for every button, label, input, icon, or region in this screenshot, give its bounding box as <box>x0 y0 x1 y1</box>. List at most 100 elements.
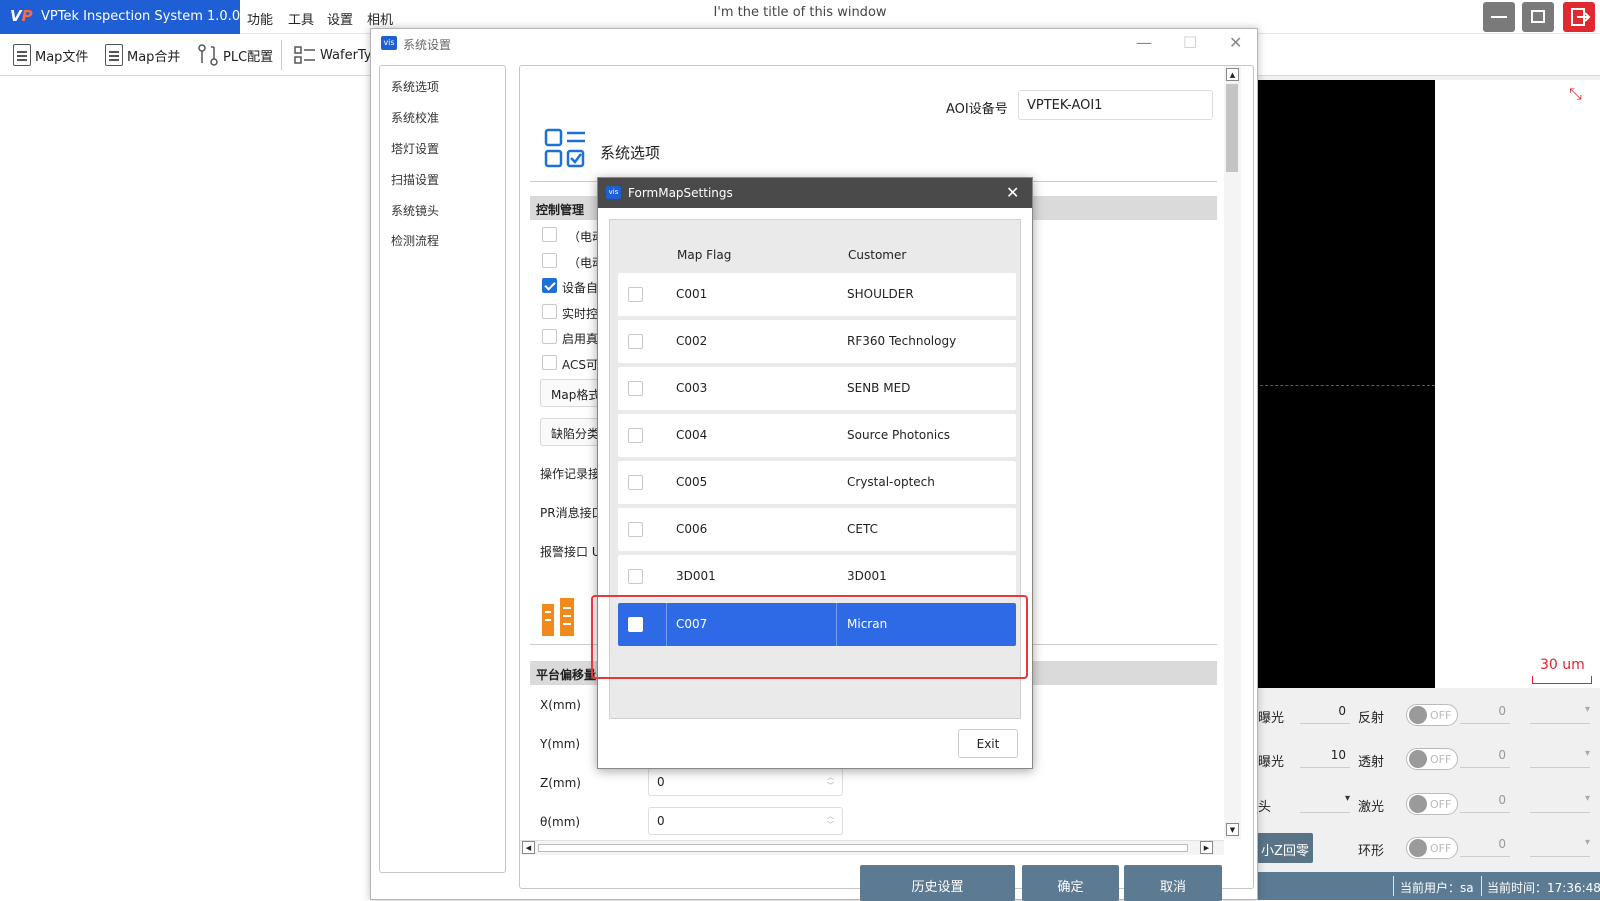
exposure-label: 曝光 <box>1258 711 1285 726</box>
ring-toggle-text: OFF <box>1430 841 1452 855</box>
status-separator <box>1481 876 1482 896</box>
laser-toggle[interactable]: OFF <box>1406 793 1458 815</box>
exposure2-label: 曝光 <box>1258 755 1285 770</box>
z-input[interactable]: 0 ︿ ﹀ <box>648 768 843 796</box>
spin-arrows-icon[interactable]: ︿ ﹀ <box>827 812 834 830</box>
operation-log-label: 操作记录接 <box>540 467 601 481</box>
nav-tower-light[interactable]: 塔灯设置 <box>391 140 439 157</box>
minimize-icon <box>1491 16 1507 18</box>
window-title: I'm the title of this window <box>713 5 887 20</box>
map-settings-titlebar: vis FormMapSettings ✕ <box>598 178 1032 208</box>
vertical-scrollbar[interactable]: ▲ ▼ <box>1224 66 1241 839</box>
option-checkbox-5[interactable] <box>542 329 557 344</box>
theta-input[interactable]: 0 ︿ ﹀ <box>648 807 843 835</box>
transmit-dropdown[interactable]: ▾ <box>1530 748 1590 768</box>
map-settings-dialog: vis FormMapSettings ✕ Map Flag Customer … <box>597 177 1033 769</box>
aoi-device-input[interactable]: VPTEK-AOI1 <box>1018 90 1213 120</box>
vertical-scroll-thumb[interactable] <box>1226 84 1238 172</box>
ring-dropdown[interactable]: ▾ <box>1530 837 1590 857</box>
nav-system-lens[interactable]: 系统镜头 <box>391 202 439 219</box>
exit-button[interactable]: Exit <box>958 729 1018 758</box>
plc-config-label: PLC配置 <box>223 49 274 65</box>
reflect-dropdown[interactable]: ▾ <box>1530 704 1590 724</box>
section-title: 系统选项 <box>600 144 661 162</box>
settings-close-button[interactable]: ✕ <box>1229 33 1242 52</box>
horizontal-scroll-thumb[interactable] <box>538 844 1188 852</box>
table-row[interactable]: C002 RF360 Technology <box>618 320 1016 363</box>
customer-cell: Source Photonics <box>847 428 951 442</box>
customer-cell: SHOULDER <box>847 287 914 301</box>
ring-label: 环形 <box>1358 844 1385 859</box>
scroll-down-icon[interactable]: ▼ <box>1226 823 1239 836</box>
option-checkbox-3[interactable] <box>542 278 557 293</box>
transmit-value[interactable]: 0 <box>1460 748 1510 768</box>
transmit-label: 透射 <box>1358 755 1385 770</box>
toggle-knob <box>1409 706 1427 724</box>
row-checkbox[interactable] <box>628 381 643 396</box>
nav-system-calibration[interactable]: 系统校准 <box>391 109 439 126</box>
confirm-button[interactable]: 确定 <box>1022 865 1119 901</box>
wafer-type-button[interactable]: WaferTyp <box>294 42 380 68</box>
fit-view-icon[interactable]: ⤡ <box>1569 84 1582 104</box>
z-value: 0 <box>657 775 665 789</box>
map-flag-cell: C001 <box>676 287 708 301</box>
table-row[interactable]: C001 SHOULDER <box>618 273 1016 316</box>
row-checkbox[interactable] <box>628 334 643 349</box>
table-row[interactable]: C005 Crystal-optech <box>618 461 1016 504</box>
table-row[interactable]: C006 CETC <box>618 508 1016 551</box>
col-header-customer: Customer <box>848 248 907 262</box>
settings-maximize-button[interactable]: ☐ <box>1183 33 1197 52</box>
nav-scan-settings[interactable]: 扫描设置 <box>391 171 439 188</box>
ring-value[interactable]: 0 <box>1460 837 1510 857</box>
cancel-button[interactable]: 取消 <box>1124 865 1222 901</box>
history-settings-button[interactable]: 历史设置 <box>860 865 1015 901</box>
row-checkbox[interactable] <box>628 428 643 443</box>
laser-dropdown[interactable]: ▾ <box>1530 793 1590 813</box>
exposure-value[interactable]: 0 <box>1300 704 1350 724</box>
scroll-left-icon[interactable]: ◀ <box>522 841 535 854</box>
row-checkbox[interactable] <box>628 569 643 584</box>
scale-bar <box>1532 676 1592 684</box>
option-checkbox-1[interactable] <box>542 227 557 242</box>
reflect-toggle[interactable]: OFF <box>1406 704 1458 726</box>
settings-minimize-button[interactable]: — <box>1136 33 1152 52</box>
scroll-up-icon[interactable]: ▲ <box>1226 68 1239 81</box>
map-flag-cell: 3D001 <box>676 569 716 583</box>
option-checkbox-4[interactable] <box>542 304 557 319</box>
customer-cell: CETC <box>847 522 878 536</box>
option-label-3: 设备自 <box>562 281 599 295</box>
map-merge-button[interactable]: Map合并 <box>105 42 180 68</box>
minimize-button[interactable] <box>1483 2 1515 32</box>
table-row[interactable]: C004 Source Photonics <box>618 414 1016 457</box>
plc-config-button[interactable]: PLC配置 <box>197 42 273 68</box>
table-row[interactable]: C003 SENB MED <box>618 367 1016 410</box>
row-checkbox[interactable] <box>628 287 643 302</box>
spin-arrows-icon[interactable]: ︿ ﹀ <box>827 773 834 791</box>
row-checkbox[interactable] <box>628 522 643 537</box>
customer-cell: 3D001 <box>847 569 887 583</box>
option-checkbox-2[interactable] <box>542 253 557 268</box>
ring-toggle[interactable]: OFF <box>1406 837 1458 859</box>
reflect-value[interactable]: 0 <box>1460 704 1510 724</box>
close-icon[interactable]: ✕ <box>1006 183 1019 202</box>
lens-dropdown[interactable]: ▾ <box>1300 793 1350 813</box>
exit-app-button[interactable] <box>1563 2 1595 32</box>
left-work-area <box>0 76 374 900</box>
z-zero-button[interactable]: 小Z回零 <box>1257 833 1313 863</box>
maximize-button[interactable] <box>1522 2 1554 32</box>
option-label-4: 实时控 <box>562 307 599 321</box>
row-checkbox[interactable] <box>628 475 643 490</box>
nav-inspection-flow[interactable]: 检测流程 <box>391 232 439 249</box>
laser-value[interactable]: 0 <box>1460 793 1510 813</box>
horizontal-scrollbar[interactable]: ◀ ▶ <box>520 840 1224 855</box>
table-row[interactable]: 3D001 3D001 <box>618 555 1016 598</box>
map-file-button[interactable]: Map文件 <box>13 42 88 68</box>
exposure2-value[interactable]: 10 <box>1300 748 1350 768</box>
nav-system-options[interactable]: 系统选项 <box>391 78 439 95</box>
transmit-toggle[interactable]: OFF <box>1406 748 1458 770</box>
scroll-right-icon[interactable]: ▶ <box>1200 841 1213 854</box>
option-checkbox-6[interactable] <box>542 355 557 370</box>
camera-view[interactable] <box>1255 80 1435 688</box>
laser-label: 激光 <box>1358 800 1385 815</box>
customer-cell: Crystal-optech <box>847 475 935 489</box>
